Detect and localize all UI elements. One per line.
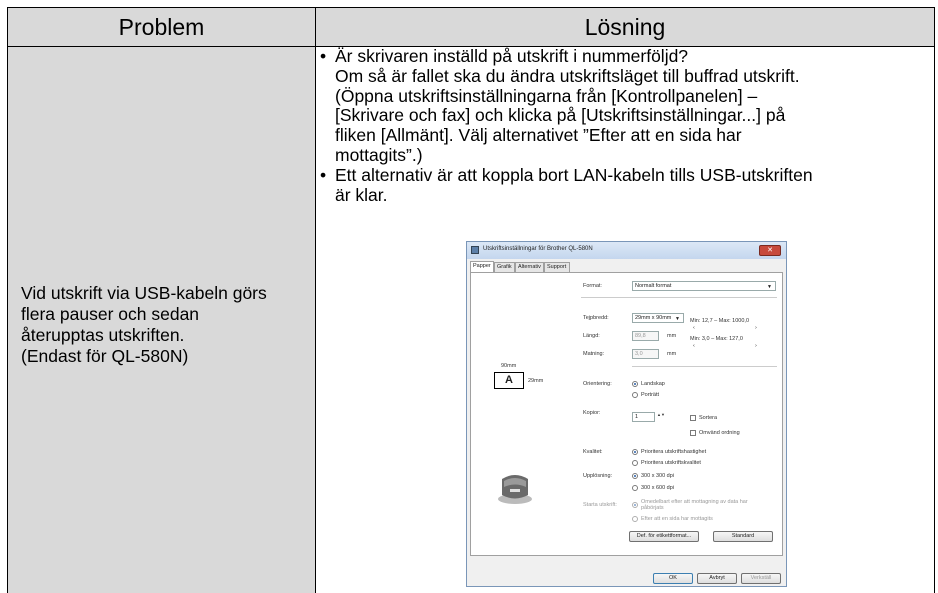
solution-line: [Skrivare och fax] och klicka på [Utskri…	[335, 105, 786, 126]
resolution-300x300-label: 300 x 300 dpi	[641, 473, 675, 479]
tab-support[interactable]: Support	[544, 262, 570, 272]
divider	[581, 297, 777, 298]
solution-line: Om så är fallet ska du ändra utskriftslä…	[335, 65, 800, 86]
print-settings-dialog-screenshot: Utskriftsinställningar för Brother QL-58…	[466, 241, 787, 587]
ok-button[interactable]: OK	[653, 573, 693, 584]
tape-width-select[interactable]: 29mm x 90mm ▼	[632, 313, 684, 323]
problem-line: Vid utskrift via USB-kabeln görs	[21, 283, 267, 303]
start-print-label: Starta utskrift:	[583, 502, 617, 508]
resolution-300x300-radio[interactable]	[632, 473, 638, 479]
header-problem: Problem	[118, 14, 205, 40]
tape-width-label: Tejpbredd:	[583, 315, 609, 321]
copies-stepper-icon[interactable]: ▲▼	[657, 412, 665, 417]
feed-unit: mm	[667, 351, 677, 357]
reverse-order-checkbox[interactable]	[690, 430, 696, 436]
solution-line: Ett alternativ är att koppla bort LAN-ka…	[335, 164, 813, 185]
label-preview: A	[494, 372, 524, 389]
dialog-title: Utskriftsinställningar för Brother QL-58…	[483, 246, 593, 252]
solution-text: • Är skrivaren inställd på utskrift i nu…	[320, 46, 920, 206]
label-format-button[interactable]: Def. för etikettformat...	[629, 531, 699, 542]
cancel-button[interactable]: Avbryt	[697, 573, 737, 584]
orientation-portrait-radio[interactable]	[632, 392, 638, 398]
reverse-order-label: Omvänd ordning	[699, 430, 740, 436]
column-divider	[315, 7, 316, 593]
start-immediate-radio[interactable]	[632, 502, 638, 508]
solution-line: Är skrivaren inställd på utskrift i numm…	[335, 46, 689, 66]
quality-speed-radio[interactable]	[632, 449, 638, 455]
bullet-dot: •	[320, 46, 327, 66]
papper-panel: Format: Normalt format ▼ Tejpbredd: 29mm…	[470, 272, 783, 556]
header-solution: Lösning	[584, 14, 666, 40]
quality-label: Kvalitet:	[583, 449, 603, 455]
format-label: Format:	[583, 283, 602, 289]
feed-input[interactable]: 3,0	[632, 349, 659, 359]
feed-range: Min: 3,0 – Max: 127,0	[690, 336, 743, 342]
solution-bullet-1: • Är skrivaren inställd på utskrift i nu…	[320, 46, 920, 166]
resolution-300x600-label: 300 x 600 dpi	[641, 485, 675, 491]
divider	[632, 366, 777, 367]
bullet-dot: •	[320, 164, 327, 185]
resolution-300x600-radio[interactable]	[632, 485, 638, 491]
printer-icon	[498, 475, 532, 504]
format-select[interactable]: Normalt format ▼	[632, 281, 776, 291]
problem-line: flera pauser och sedan	[21, 304, 200, 324]
orientation-landscape-label: Landskap	[641, 381, 665, 387]
collate-label: Sortera	[699, 415, 718, 421]
collate-checkbox[interactable]	[690, 415, 696, 421]
chevron-down-icon: ▼	[767, 284, 772, 290]
start-after-page-radio[interactable]	[632, 516, 638, 522]
resolution-label: Upplösning:	[583, 473, 613, 479]
start-after-page-label: Efter att en sida har mottagits	[641, 516, 713, 522]
tape-width-value: 29mm x 90mm	[635, 315, 672, 321]
slider-left-icon[interactable]: ‹	[693, 343, 695, 349]
length-label: Längd:	[583, 333, 600, 339]
orientation-label: Orientering:	[583, 381, 612, 387]
length-range: Min: 12,7 – Max: 1000,0	[690, 318, 750, 324]
table-header: Problem Lösning	[8, 7, 934, 47]
slider-right-icon[interactable]: ›	[755, 343, 757, 349]
printer-icon	[471, 246, 479, 254]
slider-left-icon[interactable]: ‹	[693, 325, 695, 331]
length-unit: mm	[667, 333, 677, 339]
solution-line: mottagits”.)	[335, 144, 423, 165]
start-immediate-label: Omedelbart efter att mottagning av data …	[641, 499, 748, 511]
length-input[interactable]: 89,8	[632, 331, 659, 341]
solution-line: (Öppna utskriftsinställningarna från [Ko…	[335, 85, 758, 106]
chevron-down-icon: ▼	[675, 316, 680, 322]
copies-input[interactable]: 1	[632, 412, 655, 422]
feed-label: Matning:	[583, 351, 605, 357]
default-button[interactable]: Standard	[713, 531, 773, 542]
dialog-title-bar: Utskriftsinställningar för Brother QL-58…	[467, 242, 786, 259]
slider-right-icon[interactable]: ›	[755, 325, 757, 331]
quality-quality-label: Prioritera utskriftskvalitet	[641, 460, 701, 466]
orientation-portrait-label: Porträtt	[641, 392, 660, 398]
orientation-landscape-radio[interactable]	[632, 381, 638, 387]
preview-height-dim: 29mm	[528, 378, 544, 384]
quality-speed-label: Prioritera utskriftshastighet	[641, 449, 707, 455]
solution-bullet-2: • Ett alternativ är att koppla bort LAN-…	[320, 164, 920, 206]
tab-alternativ[interactable]: Alternativ	[515, 262, 544, 272]
problem-line: återupptas utskriften.	[21, 325, 185, 345]
tab-papper[interactable]: Papper	[470, 261, 494, 272]
solution-line: är klar.	[335, 184, 388, 205]
tab-grafik[interactable]: Grafik	[494, 262, 515, 272]
apply-button[interactable]: Verkställ	[741, 573, 781, 584]
close-button[interactable]: ✕	[759, 245, 781, 256]
problem-line: (Endast för QL-580N)	[21, 346, 189, 366]
solution-line: fliken [Allmänt]. Välj alternativet ”Eft…	[335, 125, 742, 146]
quality-quality-radio[interactable]	[632, 460, 638, 466]
copies-label: Kopior:	[583, 410, 601, 416]
preview-width-dim: 90mm	[501, 363, 517, 369]
problem-text: Vid utskrift via USB-kabeln görs flera p…	[21, 283, 311, 367]
format-value: Normalt format	[635, 283, 672, 289]
